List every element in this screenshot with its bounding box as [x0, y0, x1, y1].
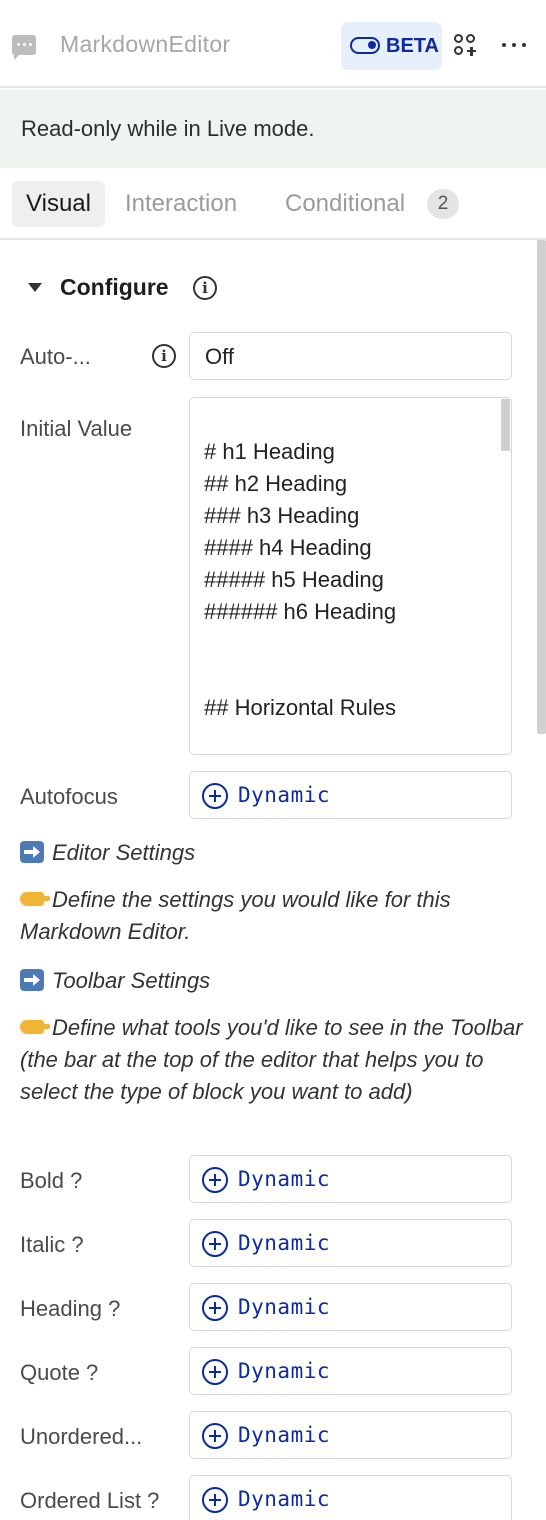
conditional-count-badge: 2: [427, 189, 459, 219]
textarea-line: ## Horizontal Rules: [204, 695, 396, 720]
plus-circle-icon: [202, 1295, 228, 1321]
ordered-list-dynamic-field[interactable]: Dynamic: [189, 1475, 512, 1520]
heading-label: Heading ?: [20, 1296, 121, 1321]
plus-circle-icon: [202, 1359, 228, 1385]
textarea-line: ### h3 Heading: [204, 503, 360, 528]
auto-value: Off: [205, 344, 234, 369]
plus-circle-icon: [202, 1423, 228, 1449]
arrow-right-icon: [20, 969, 44, 991]
unordered-list-dynamic-field[interactable]: Dynamic: [189, 1411, 512, 1459]
dynamic-label: Dynamic: [238, 1487, 331, 1511]
dynamic-label: Dynamic: [238, 783, 331, 807]
heading-dynamic-field[interactable]: Dynamic: [189, 1283, 512, 1331]
dynamic-label: Dynamic: [238, 1423, 331, 1447]
initial-value-label: Initial Value: [20, 416, 133, 441]
beta-toggle-button[interactable]: BETA: [341, 22, 442, 70]
editor-settings-description: Define the settings you would like for t…: [20, 887, 451, 944]
info-icon[interactable]: i: [152, 344, 176, 368]
shapes-icon[interactable]: [454, 34, 478, 58]
dynamic-label: Dynamic: [238, 1295, 331, 1319]
italic-label: Italic ?: [20, 1232, 84, 1257]
toolbar-settings-description: Define what tools you'd like to see in t…: [20, 1015, 523, 1104]
toolbar-settings-heading: Toolbar Settings: [20, 968, 210, 994]
dynamic-label: Dynamic: [238, 1167, 331, 1191]
plus-circle-icon: [202, 783, 228, 809]
panel-scrollbar[interactable]: [537, 240, 546, 734]
section-title-configure[interactable]: Configure: [60, 274, 169, 301]
plus-circle-icon: [202, 1231, 228, 1257]
auto-label: Auto-...: [20, 344, 91, 369]
autofocus-dynamic-field[interactable]: Dynamic: [189, 771, 512, 819]
more-icon[interactable]: [502, 35, 526, 55]
textarea-line: ##### h5 Heading: [204, 567, 384, 592]
quote-dynamic-field[interactable]: Dynamic: [189, 1347, 512, 1395]
quote-label: Quote ?: [20, 1360, 99, 1385]
panel-header: MarkdownEditor BETA: [0, 0, 546, 88]
plus-circle-icon: [202, 1487, 228, 1513]
textarea-line: ###### h6 Heading: [204, 599, 397, 624]
textarea-scrollbar[interactable]: [501, 399, 510, 451]
dynamic-label: Dynamic: [238, 1359, 331, 1383]
unordered-list-label: Unordered...: [20, 1424, 143, 1449]
chat-bubble-icon: [12, 35, 36, 60]
textarea-line: # h1 Heading: [204, 439, 335, 464]
pointing-hand-icon: [20, 1020, 50, 1034]
pointing-hand-icon: [20, 892, 50, 906]
tab-bar: Visual Interaction Conditional 2: [0, 168, 546, 240]
textarea-line: #### h4 Heading: [204, 535, 372, 560]
banner-text: Read-only while in Live mode.: [21, 116, 315, 141]
collapse-caret-icon[interactable]: [28, 283, 42, 292]
initial-value-textarea[interactable]: # h1 Heading ## h2 Heading ### h3 Headin…: [189, 397, 512, 755]
bold-label: Bold ?: [20, 1168, 83, 1193]
bold-dynamic-field[interactable]: Dynamic: [189, 1155, 512, 1203]
info-icon[interactable]: i: [193, 276, 217, 300]
editor-settings-heading: Editor Settings: [20, 840, 195, 866]
tab-conditional[interactable]: Conditional: [285, 181, 405, 227]
ordered-list-label: Ordered List ?: [20, 1488, 160, 1513]
auto-select[interactable]: Off: [189, 332, 512, 380]
italic-dynamic-field[interactable]: Dynamic: [189, 1219, 512, 1267]
component-title[interactable]: MarkdownEditor: [60, 31, 230, 58]
live-mode-banner: Read-only while in Live mode.: [0, 90, 546, 168]
dynamic-label: Dynamic: [238, 1231, 331, 1255]
arrow-right-icon: [20, 841, 44, 863]
textarea-line: ## h2 Heading: [204, 471, 348, 496]
plus-circle-icon: [202, 1167, 228, 1193]
tab-interaction[interactable]: Interaction: [125, 181, 237, 227]
tab-visual[interactable]: Visual: [12, 181, 105, 227]
autofocus-label: Autofocus: [20, 784, 118, 809]
toggle-icon: [350, 37, 380, 54]
beta-label: BETA: [386, 35, 439, 57]
